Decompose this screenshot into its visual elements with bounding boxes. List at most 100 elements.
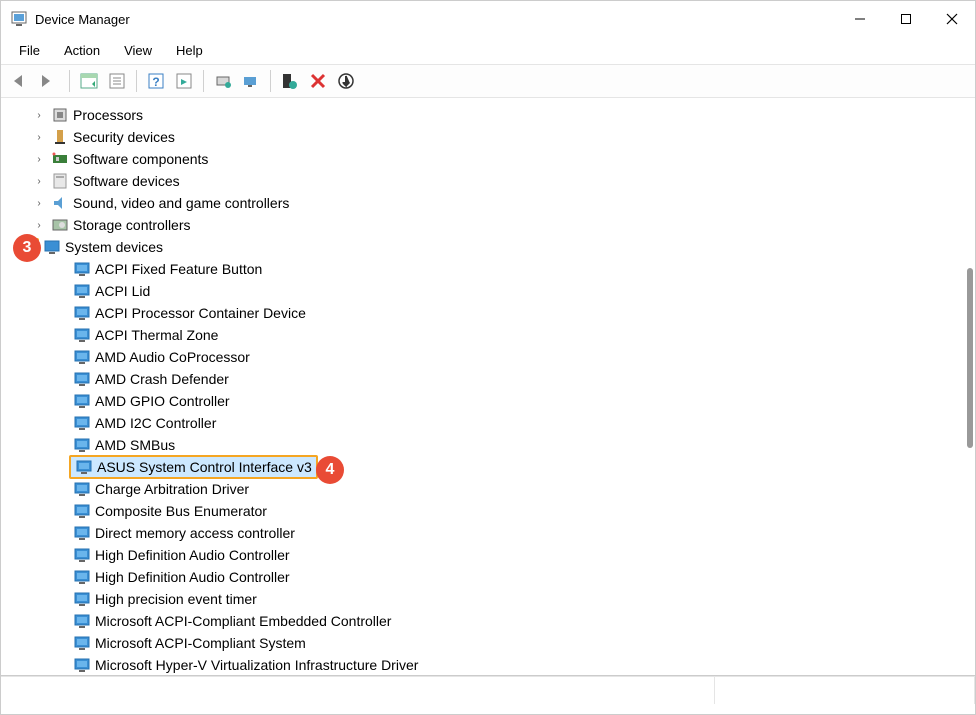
titlebar: Device Manager — [1, 1, 975, 37]
system-device-icon — [75, 458, 93, 476]
device-label: High Definition Audio Controller — [95, 547, 290, 563]
minimize-button[interactable] — [837, 3, 883, 35]
close-button[interactable] — [929, 3, 975, 35]
device-item[interactable]: High precision event timer — [1, 588, 975, 610]
device-label: ACPI Processor Container Device — [95, 305, 306, 321]
system-device-icon — [73, 392, 91, 410]
back-button[interactable] — [9, 68, 35, 94]
device-item[interactable]: Composite Bus Enumerator — [1, 500, 975, 522]
device-item[interactable]: ACPI Thermal Zone — [1, 324, 975, 346]
device-item[interactable]: AMD I2C Controller — [1, 412, 975, 434]
menu-view[interactable]: View — [114, 39, 162, 62]
security-icon — [51, 128, 69, 146]
enable-device-button[interactable] — [277, 68, 303, 94]
device-item[interactable]: Direct memory access controller — [1, 522, 975, 544]
device-label: High Definition Audio Controller — [95, 569, 290, 585]
system-device-icon — [73, 304, 91, 322]
category-storage-controllers[interactable]: › Storage controllers — [1, 214, 975, 236]
device-item[interactable]: AMD Crash Defender — [1, 368, 975, 390]
expander-icon[interactable]: › — [31, 154, 47, 165]
device-item[interactable]: AMD GPIO Controller — [1, 390, 975, 412]
device-label: Composite Bus Enumerator — [95, 503, 267, 519]
add-legacy-hardware-button[interactable] — [333, 68, 359, 94]
system-device-icon — [73, 326, 91, 344]
device-label: Microsoft ACPI-Compliant Embedded Contro… — [95, 613, 391, 629]
category-label: Software devices — [73, 173, 180, 189]
device-item[interactable]: Microsoft Hyper-V Virtualization Infrast… — [1, 654, 975, 675]
system-device-icon — [73, 348, 91, 366]
device-item[interactable]: ACPI Lid — [1, 280, 975, 302]
device-label: ASUS System Control Interface v3 — [97, 459, 312, 475]
device-label: Charge Arbitration Driver — [95, 481, 249, 497]
device-label: Direct memory access controller — [95, 525, 295, 541]
category-label: Sound, video and game controllers — [73, 195, 289, 211]
forward-button[interactable] — [37, 68, 63, 94]
device-selected: ASUS System Control Interface v3 — [69, 455, 318, 479]
system-device-icon — [73, 502, 91, 520]
menubar: File Action View Help — [1, 37, 975, 64]
menu-help[interactable]: Help — [166, 39, 213, 62]
device-item[interactable]: High Definition Audio Controller — [1, 566, 975, 588]
device-item[interactable]: AMD Audio CoProcessor — [1, 346, 975, 368]
svg-text:?: ? — [152, 75, 159, 89]
system-device-icon — [73, 524, 91, 542]
device-item[interactable]: ASUS System Control Interface v3 — [1, 456, 975, 478]
category-label: Storage controllers — [73, 217, 191, 233]
system-icon — [43, 238, 61, 256]
scan-hardware-button[interactable] — [171, 68, 197, 94]
callout-4-label: 4 — [326, 461, 335, 479]
expander-icon[interactable]: › — [31, 198, 47, 209]
device-item[interactable]: AMD SMBus — [1, 434, 975, 456]
system-device-icon — [73, 612, 91, 630]
category-sound-video-and-game-controllers[interactable]: › Sound, video and game controllers — [1, 192, 975, 214]
expander-icon[interactable]: › — [31, 220, 47, 231]
device-label: AMD Crash Defender — [95, 371, 229, 387]
expander-icon[interactable]: › — [31, 176, 47, 187]
category-label: Processors — [73, 107, 143, 123]
callout-4: 4 — [316, 456, 344, 484]
category-label: System devices — [65, 239, 163, 255]
maximize-button[interactable] — [883, 3, 929, 35]
system-device-icon — [73, 656, 91, 674]
menu-file[interactable]: File — [9, 39, 50, 62]
uninstall-device-button[interactable] — [305, 68, 331, 94]
help-button[interactable]: ? — [143, 68, 169, 94]
device-item[interactable]: Charge Arbitration Driver — [1, 478, 975, 500]
device-tree[interactable]: › Processors ›Security devices›Software co… — [1, 98, 975, 675]
device-item[interactable]: Microsoft ACPI-Compliant Embedded Contro… — [1, 610, 975, 632]
disable-device-button[interactable] — [238, 68, 264, 94]
category-system-devices[interactable]: ⌄System devices — [1, 236, 975, 258]
properties-button[interactable] — [104, 68, 130, 94]
category-security-devices[interactable]: ›Security devices — [1, 126, 975, 148]
system-device-icon — [73, 260, 91, 278]
device-item[interactable]: Microsoft ACPI-Compliant System — [1, 632, 975, 654]
expander-icon[interactable]: › — [31, 110, 47, 121]
system-device-icon — [73, 480, 91, 498]
device-label: AMD GPIO Controller — [95, 393, 230, 409]
callout-3: 3 — [13, 234, 41, 262]
system-device-icon — [73, 370, 91, 388]
category-software-components[interactable]: ›Software components — [1, 148, 975, 170]
update-driver-button[interactable] — [210, 68, 236, 94]
toolbar: ? — [1, 64, 975, 98]
window-controls — [837, 3, 975, 35]
expander-icon[interactable]: › — [31, 132, 47, 143]
device-item[interactable]: High Definition Audio Controller — [1, 544, 975, 566]
category-software-devices[interactable]: › Software devices — [1, 170, 975, 192]
software-icon — [51, 172, 69, 190]
device-label: Microsoft ACPI-Compliant System — [95, 635, 306, 651]
device-item[interactable]: ACPI Processor Container Device — [1, 302, 975, 324]
cpu-icon — [51, 106, 69, 124]
scrollbar-thumb[interactable] — [967, 268, 973, 448]
system-device-icon — [73, 282, 91, 300]
statusbar — [1, 676, 975, 704]
device-tree-container: › Processors ›Security devices›Software co… — [1, 98, 975, 676]
device-item[interactable]: ACPI Fixed Feature Button — [1, 258, 975, 280]
system-device-icon — [73, 568, 91, 586]
system-device-icon — [73, 546, 91, 564]
show-hide-console-button[interactable] — [76, 68, 102, 94]
system-device-icon — [73, 590, 91, 608]
menu-action[interactable]: Action — [54, 39, 110, 62]
device-label: High precision event timer — [95, 591, 257, 607]
category-processors[interactable]: › Processors — [1, 104, 975, 126]
